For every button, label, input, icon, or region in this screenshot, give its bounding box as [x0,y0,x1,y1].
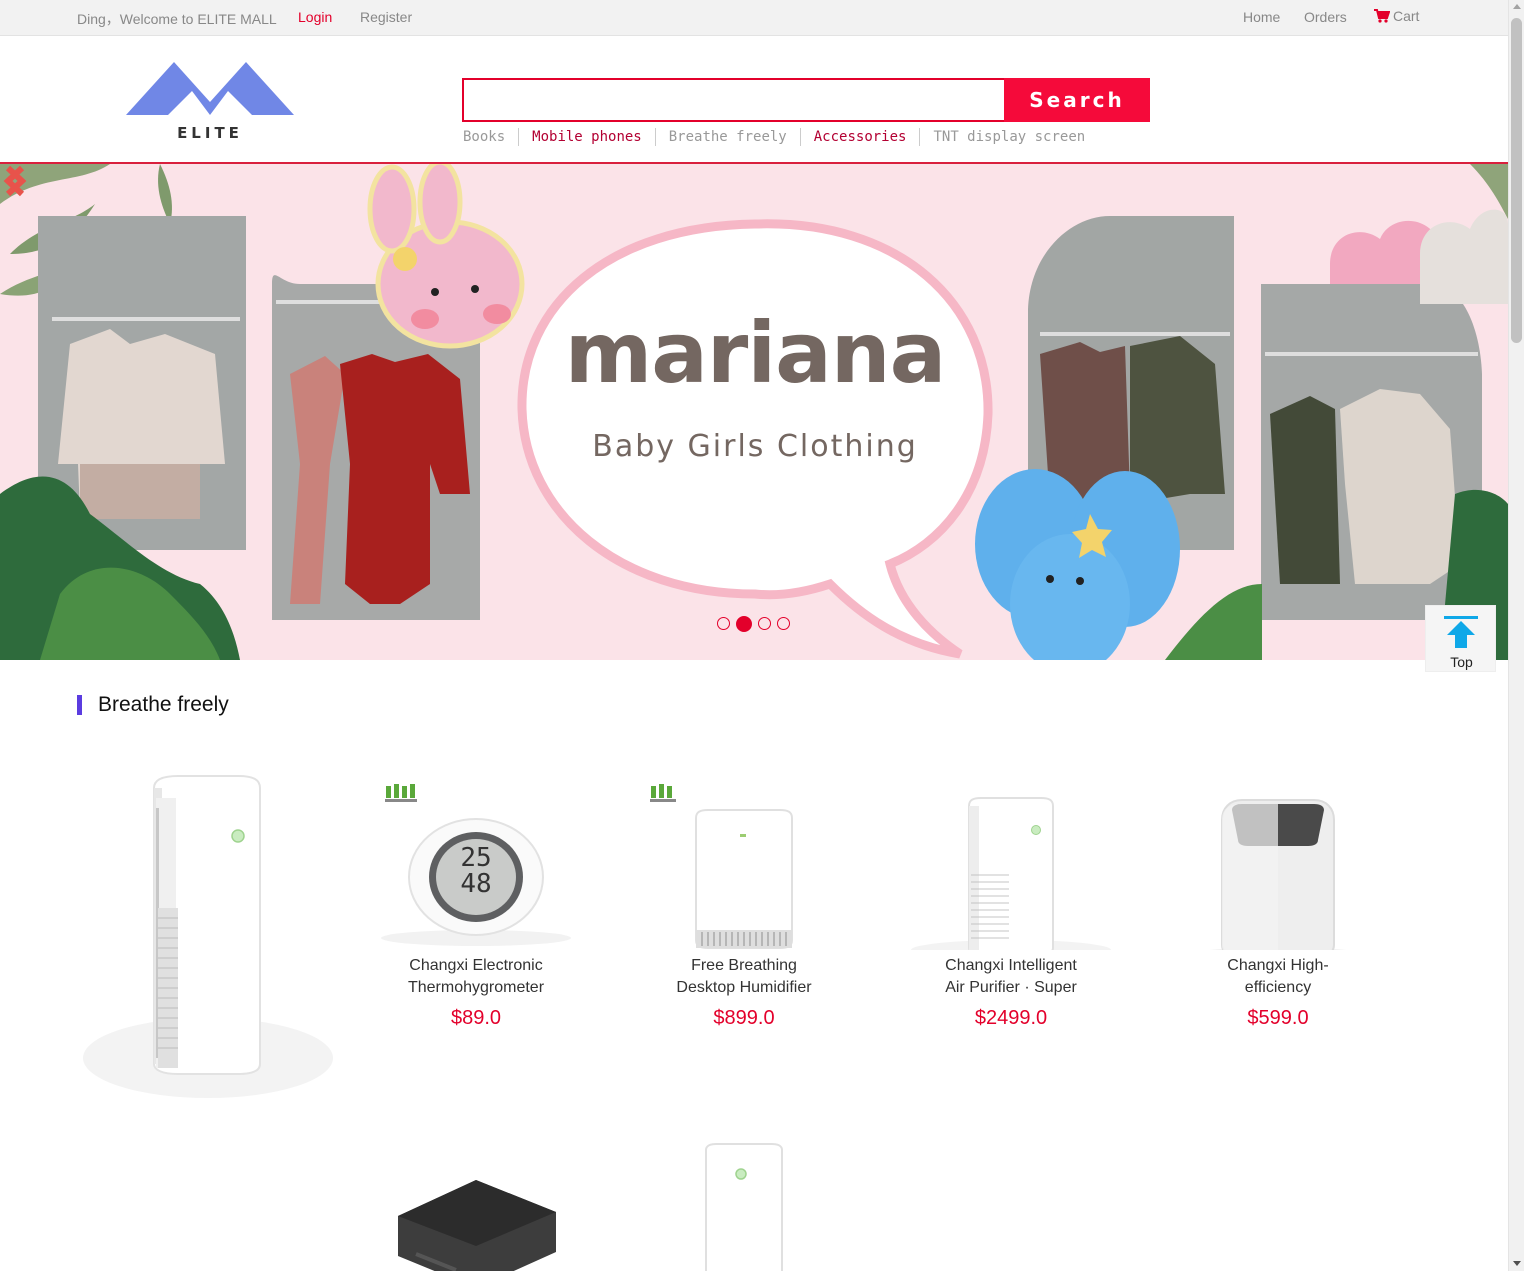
home-link[interactable]: Home [1243,9,1280,25]
cart-label: Cart [1393,8,1420,24]
cart-link[interactable]: Cart [1374,8,1419,24]
product-price: $599.0 [1247,1007,1309,1029]
carousel-dot-active[interactable] [736,615,752,632]
product-price: $899.0 [713,1007,775,1029]
page: Ding，Welcome to ELITE MALL Login Registe… [0,0,1508,1271]
carousel-dot[interactable] [758,617,771,630]
quick-link-accessories[interactable]: Accessories [799,128,920,146]
header: ELITE Search Books Mobile phones Breathe… [0,36,1508,164]
scroll-thumb[interactable] [1511,18,1522,343]
scroll-down-arrow-icon[interactable] [1513,1261,1521,1266]
carousel-indicators [717,615,790,632]
top-bar: Ding，Welcome to ELITE MALL Login Registe… [0,0,1508,36]
product-card-featured[interactable] [78,768,338,1113]
thermohygrometer-image: 25 48 [381,784,571,946]
quick-links: Books Mobile phones Breathe freely Acces… [463,128,1098,146]
product-card[interactable] [376,1170,576,1271]
search-button[interactable]: Search [1004,78,1150,122]
product-card[interactable] [644,1142,844,1271]
carousel-dot[interactable] [777,617,790,630]
svg-text:48: 48 [460,869,491,899]
search-input[interactable] [464,80,1006,120]
login-link[interactable]: Login [298,9,332,25]
arrow-up-icon [1444,616,1478,648]
purifier-cube-image [1190,799,1366,963]
air-purifier-tower-image [705,1143,783,1271]
banner-illustration [0,164,1508,660]
banner-subtitle: Baby Girls Clothing [592,429,918,464]
back-to-top-button[interactable]: Top [1425,605,1496,672]
section-header: Breathe freely [77,693,229,716]
logo-mark-icon [126,62,294,115]
orders-link[interactable]: Orders [1304,9,1347,25]
product-name: Free Breathing Desktop Humidifier [676,957,812,996]
vertical-scrollbar[interactable] [1508,0,1524,1271]
carousel-dot[interactable] [717,617,730,630]
product-name: Changxi Electronic Thermohygrometer [407,957,545,996]
product-name: Changxi Intelligent Air Purifier · Super [945,957,1077,996]
product-price: $2499.0 [974,1007,1048,1029]
quick-link-books[interactable]: Books [463,128,518,146]
site-logo[interactable]: ELITE [126,58,294,144]
air-sensor-box-image [398,1180,556,1271]
section-title: Breathe freely [98,693,229,716]
product-card[interactable]: Free Breathing Desktop Humidifier $899.0 [644,780,844,1030]
humidifier-image [650,784,793,949]
product-card[interactable]: 25 48 Changxi Electronic Thermohygrometer… [376,780,576,1030]
product-price: $89.0 [450,1007,502,1029]
product-card[interactable]: Changxi High-efficiency $599.0 [1178,780,1378,1030]
section-accent-bar [77,695,82,715]
banner-brand-name: mariana [564,304,947,402]
scroll-up-arrow-icon[interactable] [1513,4,1521,9]
back-to-top-label: Top [1450,654,1473,670]
carousel-next-arrow-icon[interactable] [0,164,30,198]
air-purifier-image [911,797,1111,960]
welcome-text: Ding，Welcome to ELITE MALL [77,11,277,27]
banner-carousel[interactable]: mariana Baby Girls Clothing [0,164,1508,660]
quick-link-breathe-freely[interactable]: Breathe freely [654,128,800,146]
air-purifier-tower-image [83,775,333,1098]
quick-link-mobile-phones[interactable]: Mobile phones [518,128,655,146]
register-link[interactable]: Register [360,9,412,25]
product-name: Changxi High-efficiency [1227,957,1329,996]
search-box [462,78,1006,122]
quick-link-tnt-display[interactable]: TNT display screen [919,128,1098,146]
product-card[interactable]: Changxi Intelligent Air Purifier · Super … [911,780,1111,1030]
cart-icon [1374,9,1390,23]
logo-text: ELITE [177,124,243,142]
